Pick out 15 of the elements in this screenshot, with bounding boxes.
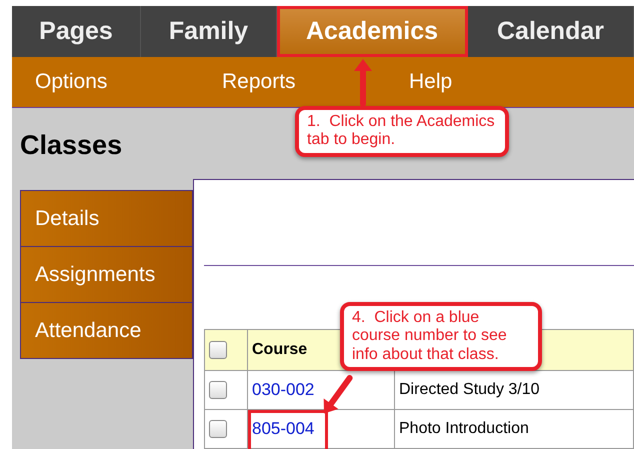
- course-link[interactable]: 805-004: [252, 419, 314, 438]
- course-link[interactable]: 030-002: [252, 380, 314, 399]
- menu-link[interactable]: Options: [35, 70, 222, 94]
- table-cell: Photo Introduction: [394, 410, 634, 448]
- page-title: Classes: [20, 130, 124, 162]
- checkbox[interactable]: [209, 380, 227, 399]
- sidebar-item[interactable]: Details: [20, 190, 193, 247]
- sidebar-item[interactable]: Assignments: [20, 247, 193, 303]
- menu-link[interactable]: Reports: [222, 70, 409, 94]
- sidebar-item[interactable]: Attendance: [20, 303, 193, 359]
- checkbox[interactable]: [209, 420, 227, 438]
- checkbox[interactable]: [209, 340, 227, 359]
- menu-link[interactable]: Help: [409, 70, 452, 94]
- callout-note: 4. Click on a blue course number to see info about that class.: [340, 302, 542, 372]
- callout-note: 1. Click on the Academics tab to begin.: [295, 106, 509, 157]
